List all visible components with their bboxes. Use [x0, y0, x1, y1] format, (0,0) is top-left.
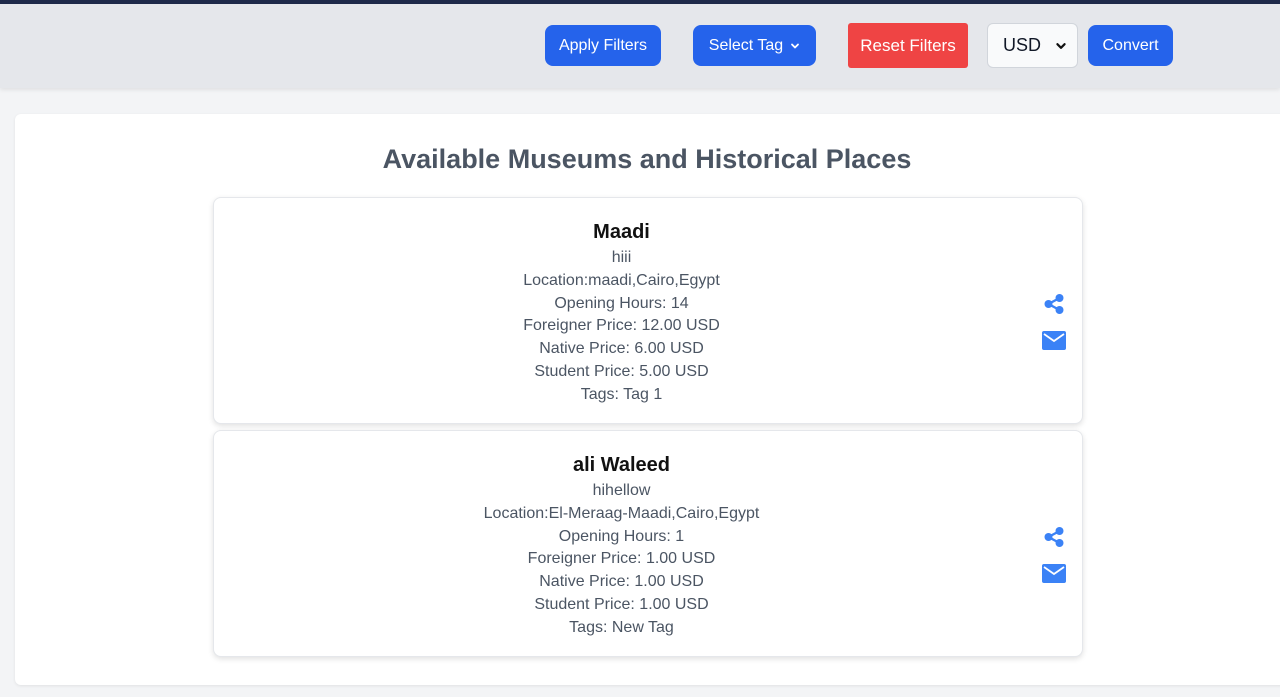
convert-button[interactable]: Convert	[1088, 25, 1173, 66]
place-foreigner-price: Foreigner Price: 12.00 USD	[523, 317, 720, 335]
place-description: hihellow	[592, 482, 651, 499]
place-name: ali Waleed	[572, 454, 671, 476]
place-tags: Tags: New Tag	[569, 618, 674, 636]
place-student-price: Student Price: 5.00 USD	[534, 362, 709, 380]
place-name: Maadi	[593, 221, 650, 243]
chevron-down-icon	[791, 43, 800, 48]
place-location: Location:maadi,Cairo,Egypt	[523, 271, 720, 289]
share-icon[interactable]	[1043, 293, 1065, 315]
envelope-icon[interactable]	[1042, 331, 1066, 350]
place-opening-hours: Opening Hours: 14	[554, 294, 689, 312]
place-native-price: Native Price: 1.00 USD	[539, 573, 704, 591]
place-foreigner-price: Foreigner Price: 1.00 USD	[527, 550, 716, 568]
place-tags: Tags: Tag 1	[580, 385, 663, 403]
currency-value: USD	[1003, 35, 1042, 55]
select-tag-label: Select Tag	[708, 36, 784, 54]
place-native-price: Native Price: 6.00 USD	[539, 340, 704, 358]
reset-filters-button[interactable]: Reset Filters	[848, 23, 968, 68]
place-card: ali Waleed hihellow Location:El-Meraag-M…	[213, 430, 1083, 657]
place-location: Location:El-Meraag-Maadi,Cairo,Egypt	[483, 504, 760, 522]
envelope-icon[interactable]	[1042, 564, 1066, 583]
place-student-price: Student Price: 1.00 USD	[534, 595, 709, 613]
apply-filters-button[interactable]: Apply Filters	[545, 25, 661, 66]
chevron-down-icon	[1056, 42, 1066, 49]
currency-select[interactable]: USD	[987, 23, 1078, 68]
place-card: Maadi hiii Location:maadi,Cairo,Egypt Op…	[213, 197, 1083, 424]
share-icon[interactable]	[1043, 526, 1065, 548]
filter-toolbar: Apply Filters Select Tag Reset Filters U…	[0, 4, 1280, 88]
select-tag-dropdown[interactable]: Select Tag	[693, 25, 816, 66]
place-description: hiii	[611, 249, 632, 266]
place-opening-hours: Opening Hours: 1	[558, 527, 685, 545]
page-title: Available Museums and Historical Places	[382, 144, 912, 174]
